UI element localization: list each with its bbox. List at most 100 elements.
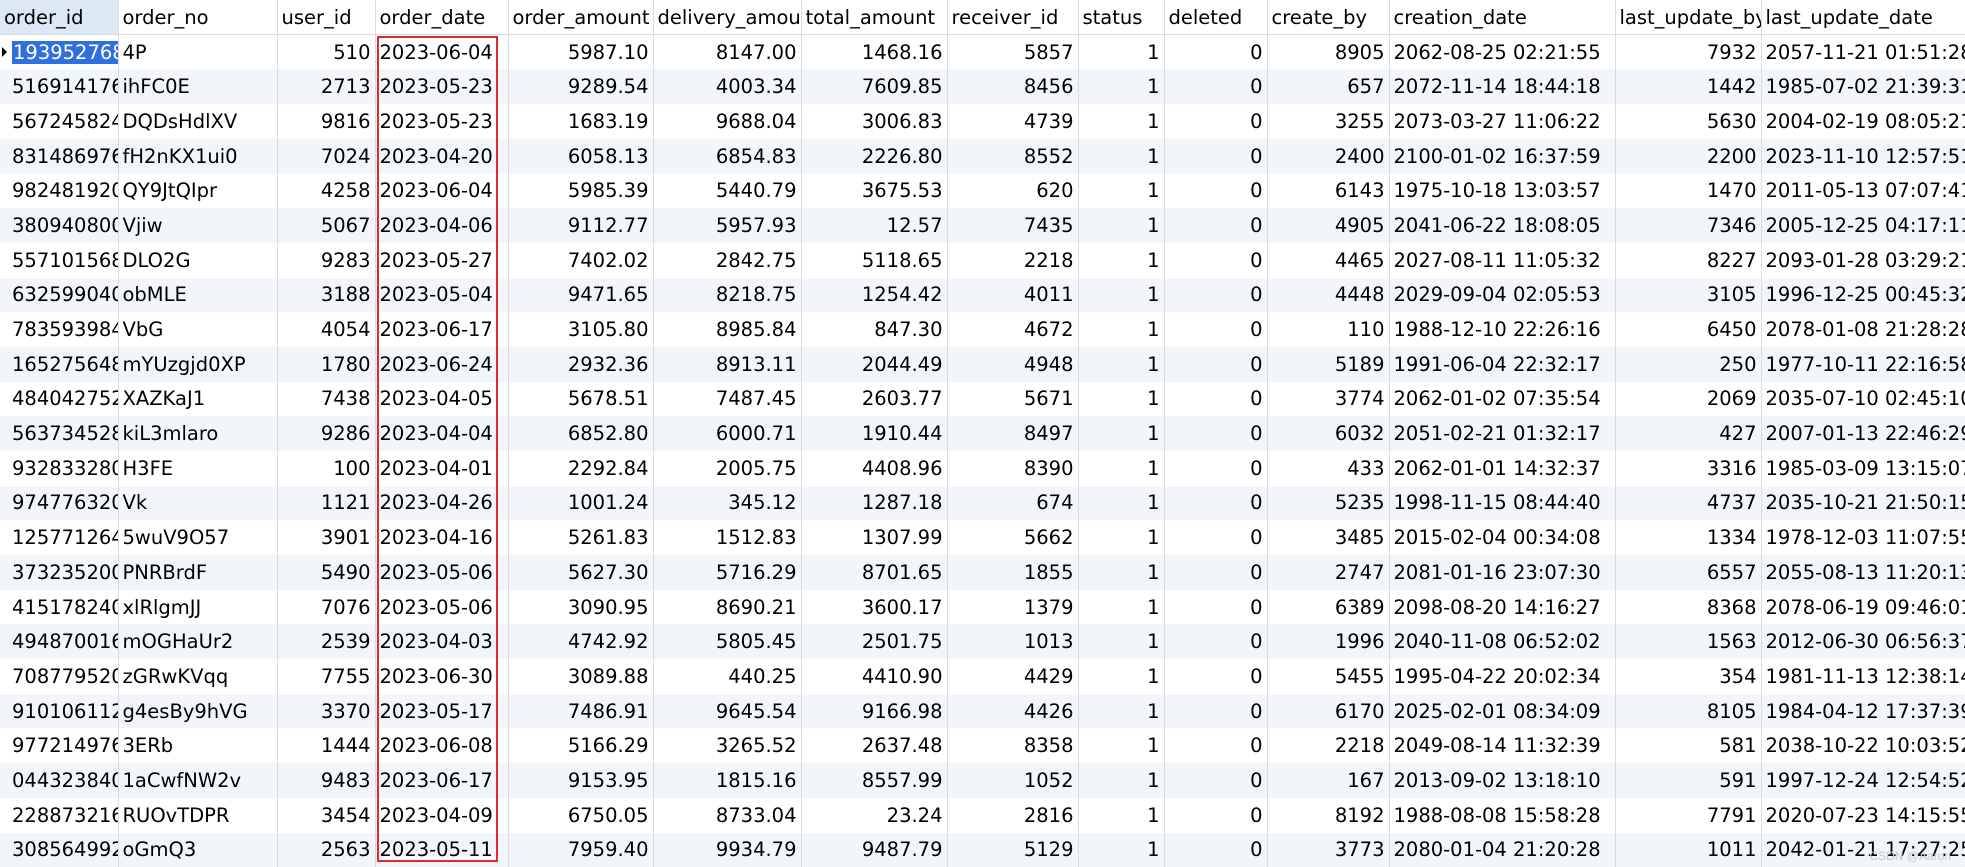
cell-last_update_date[interactable]: 2035-10-21 21:50:15: [1761, 485, 1965, 521]
cell-deleted[interactable]: 0: [1164, 485, 1268, 521]
cell-create_by[interactable]: 3485: [1267, 520, 1390, 555]
cell-delivery_amount[interactable]: 345.12: [653, 485, 802, 521]
cell-delivery_amount[interactable]: 5440.79: [653, 173, 802, 209]
cell-last_update_date[interactable]: 2020-07-23 14:15:55: [1761, 797, 1965, 833]
cell-order_date[interactable]: 2023-04-20: [375, 138, 509, 174]
cell-receiver_id[interactable]: 8456: [947, 69, 1079, 105]
cell-order_date[interactable]: 2023-04-03: [375, 624, 509, 660]
cell-deleted[interactable]: 0: [1164, 624, 1268, 660]
cell-delivery_amount[interactable]: 7487.45: [653, 381, 802, 417]
cell-last_update_date[interactable]: 2035-07-10 02:45:10: [1761, 381, 1965, 417]
cell-receiver_id[interactable]: 8358: [947, 728, 1079, 764]
cell-order_id[interactable]: 228873216: [0, 797, 119, 833]
cell-status[interactable]: 1: [1078, 485, 1165, 521]
cell-deleted[interactable]: 0: [1164, 589, 1268, 625]
cell-last_update_by[interactable]: 581: [1615, 728, 1762, 764]
cell-order_no[interactable]: 5wuV9O57: [118, 520, 278, 555]
cell-total_amount[interactable]: 2226.80: [801, 138, 948, 174]
cell-order_no[interactable]: DQDsHdlXV: [118, 104, 278, 139]
cell-status[interactable]: 1: [1078, 208, 1165, 243]
cell-last_update_by[interactable]: 1470: [1615, 173, 1762, 209]
cell-order_date[interactable]: 2023-04-26: [375, 485, 509, 521]
cell-last_update_by[interactable]: 4737: [1615, 485, 1762, 521]
cell-order_date[interactable]: 2023-05-06: [375, 589, 509, 625]
table-row[interactable]: 494870016 mOGHaUr2 2539 2023-04-03 4742.92 58…: [0, 624, 1965, 660]
table-row[interactable]: 308564992 oGmQ3 2563 2023-05-11 7959.40 9934.…: [0, 832, 1965, 867]
cell-delivery_amount[interactable]: 8913.11: [653, 346, 802, 382]
cell-creation_date[interactable]: 2013-09-02 13:18:10: [1389, 763, 1616, 798]
cell-creation_date[interactable]: 1995-04-22 20:02:34: [1389, 659, 1616, 694]
column-header-status[interactable]: status: [1078, 0, 1165, 36]
cell-status[interactable]: 1: [1078, 763, 1165, 798]
cell-total_amount[interactable]: 847.30: [801, 312, 948, 347]
cell-creation_date[interactable]: 2041-06-22 18:08:05: [1389, 208, 1616, 243]
cell-order_amount[interactable]: 6852.80: [508, 416, 654, 451]
cell-delivery_amount[interactable]: 8985.84: [653, 312, 802, 347]
cell-create_by[interactable]: 5235: [1267, 485, 1390, 521]
cell-order_amount[interactable]: 6750.05: [508, 797, 654, 833]
cell-create_by[interactable]: 3255: [1267, 104, 1390, 139]
cell-user_id[interactable]: 3188: [277, 277, 376, 313]
cell-status[interactable]: 1: [1078, 728, 1165, 764]
cell-total_amount[interactable]: 9166.98: [801, 693, 948, 729]
column-header-order_id[interactable]: order_id: [0, 0, 119, 36]
cell-last_update_date[interactable]: 2005-12-25 04:17:11: [1761, 208, 1965, 243]
cell-create_by[interactable]: 5189: [1267, 346, 1390, 382]
cell-last_update_date[interactable]: 2023-11-10 12:57:51: [1761, 138, 1965, 174]
cell-user_id[interactable]: 2539: [277, 624, 376, 660]
cell-user_id[interactable]: 9816: [277, 104, 376, 139]
cell-user_id[interactable]: 3370: [277, 693, 376, 729]
column-header-total_amount[interactable]: total_amount: [801, 0, 948, 36]
cell-status[interactable]: 1: [1078, 69, 1165, 105]
table-row[interactable]: 044323840 1aCwfNW2v 9483 2023-06-17 9153.95 1…: [0, 763, 1965, 798]
cell-order_id[interactable]: 910106112: [0, 693, 119, 729]
cell-order_id[interactable]: 567245824: [0, 104, 119, 139]
cell-receiver_id[interactable]: 8497: [947, 416, 1079, 451]
cell-order_no[interactable]: oGmQ3: [118, 832, 278, 867]
cell-create_by[interactable]: 4448: [1267, 277, 1390, 313]
cell-order_amount[interactable]: 5261.83: [508, 520, 654, 555]
cell-last_update_date[interactable]: 2007-01-13 22:46:29: [1761, 416, 1965, 451]
cell-order_amount[interactable]: 7959.40: [508, 832, 654, 867]
column-header-order_no[interactable]: order_no: [118, 0, 278, 36]
cell-deleted[interactable]: 0: [1164, 797, 1268, 833]
cell-order_id[interactable]: 708779520: [0, 659, 119, 694]
cell-creation_date[interactable]: 2049-08-14 11:32:39: [1389, 728, 1616, 764]
cell-last_update_by[interactable]: 7346: [1615, 208, 1762, 243]
cell-deleted[interactable]: 0: [1164, 312, 1268, 347]
cell-create_by[interactable]: 1996: [1267, 624, 1390, 660]
cell-last_update_date[interactable]: 1985-03-09 13:15:07: [1761, 450, 1965, 486]
cell-order_no[interactable]: DLO2G: [118, 242, 278, 278]
table-row[interactable]: 373235200 PNRBrdF 5490 2023-05-06 5627.30 571…: [0, 555, 1965, 590]
cell-create_by[interactable]: 167: [1267, 763, 1390, 798]
cell-status[interactable]: 1: [1078, 659, 1165, 694]
cell-order_no[interactable]: RUOvTDPR: [118, 797, 278, 833]
cell-user_id[interactable]: 5490: [277, 555, 376, 590]
cell-user_id[interactable]: 1444: [277, 728, 376, 764]
cell-total_amount[interactable]: 2637.48: [801, 728, 948, 764]
cell-total_amount[interactable]: 8701.65: [801, 555, 948, 590]
cell-order_id[interactable]: 193952768: [0, 34, 119, 70]
cell-last_update_date[interactable]: 1985-07-02 21:39:31: [1761, 69, 1965, 105]
cell-order_no[interactable]: zGRwKVqq: [118, 659, 278, 694]
cell-order_no[interactable]: 3ERb: [118, 728, 278, 764]
table-row[interactable]: 228873216 RUOvTDPR 3454 2023-04-09 6750.05 87…: [0, 797, 1965, 833]
cell-receiver_id[interactable]: 4011: [947, 277, 1079, 313]
cell-create_by[interactable]: 2218: [1267, 728, 1390, 764]
cell-order_no[interactable]: xlRlgmJJ: [118, 589, 278, 625]
cell-last_update_by[interactable]: 6557: [1615, 555, 1762, 590]
cell-order_date[interactable]: 2023-04-09: [375, 797, 509, 833]
cell-status[interactable]: 1: [1078, 797, 1165, 833]
cell-order_id[interactable]: 373235200: [0, 555, 119, 590]
table-row[interactable]: 193952768 4P 510 2023-06-04 5987.10 8147.00 14…: [0, 34, 1965, 70]
cell-order_date[interactable]: 2023-05-06: [375, 555, 509, 590]
cell-order_amount[interactable]: 7402.02: [508, 242, 654, 278]
cell-last_update_by[interactable]: 427: [1615, 416, 1762, 451]
cell-order_id[interactable]: 125771264: [0, 520, 119, 555]
cell-last_update_date[interactable]: 1981-11-13 12:38:14: [1761, 659, 1965, 694]
cell-receiver_id[interactable]: 1855: [947, 555, 1079, 590]
cell-order_amount[interactable]: 5987.10: [508, 34, 654, 70]
cell-last_update_date[interactable]: 2078-01-08 21:28:28: [1761, 312, 1965, 347]
cell-create_by[interactable]: 3774: [1267, 381, 1390, 417]
cell-order_no[interactable]: XAZKaJ1: [118, 381, 278, 417]
